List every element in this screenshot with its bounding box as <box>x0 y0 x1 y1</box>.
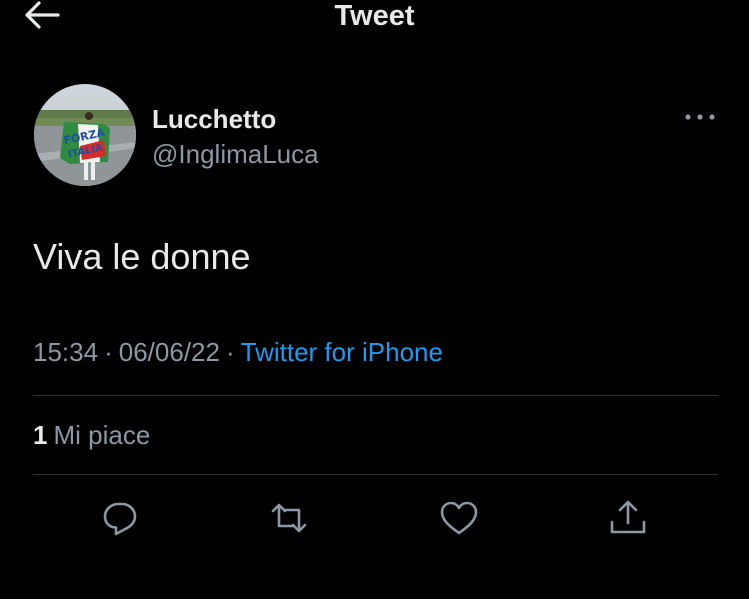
more-horizontal-icon <box>685 114 715 120</box>
divider <box>33 474 718 475</box>
more-options-button[interactable] <box>682 106 718 128</box>
reply-button[interactable] <box>98 496 142 540</box>
top-bar: Tweet <box>0 0 749 40</box>
separator: · <box>225 337 235 367</box>
tweet-metadata: 15:34 · 06/06/22 · Twitter for iPhone <box>33 337 443 368</box>
like-button[interactable] <box>437 496 481 540</box>
heart-icon <box>440 501 478 535</box>
author-handle[interactable]: @InglimaLuca <box>152 139 319 170</box>
author-name[interactable]: Lucchetto <box>152 104 276 135</box>
tweet-time: 15:34 <box>33 337 99 367</box>
tweet-source-link[interactable]: Twitter for iPhone <box>241 337 443 367</box>
retweet-button[interactable] <box>267 496 311 540</box>
page-title: Tweet <box>334 0 415 32</box>
likes-summary[interactable]: 1 Mi piace <box>33 420 150 451</box>
divider <box>33 395 718 396</box>
share-button[interactable] <box>606 496 650 540</box>
likes-count: 1 <box>33 420 48 450</box>
avatar-image: FORZA ITALIA <box>34 84 136 186</box>
tweet-date: 06/06/22 <box>118 337 220 367</box>
retweet-icon <box>271 503 307 533</box>
share-icon <box>610 500 646 534</box>
avatar[interactable]: FORZA ITALIA <box>34 84 136 186</box>
likes-label: Mi piace <box>53 420 151 450</box>
reply-icon <box>103 502 137 536</box>
tweet-text: Viva le donne <box>33 236 251 277</box>
separator: · <box>104 337 113 367</box>
